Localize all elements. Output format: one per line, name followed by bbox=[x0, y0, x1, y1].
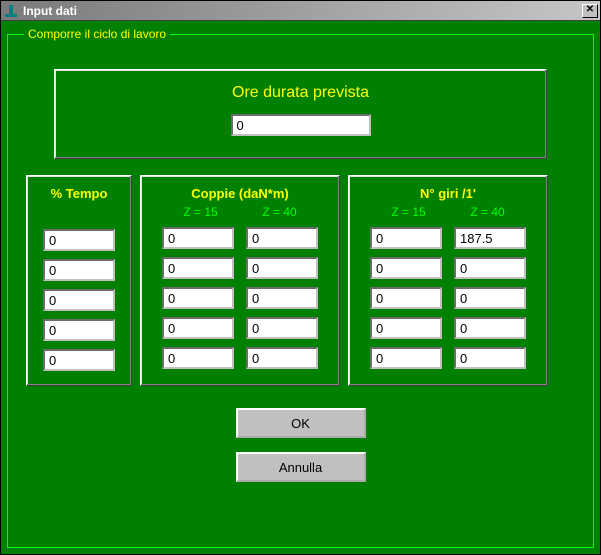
duration-box: Ore durata prevista bbox=[54, 69, 547, 159]
giri-z40-2[interactable] bbox=[454, 287, 526, 309]
columns-row: % Tempo Coppie (daN*m) Z = 15 Z = 40 bbox=[24, 175, 577, 386]
duration-input[interactable] bbox=[231, 114, 371, 136]
coppie-z15-0[interactable] bbox=[162, 227, 234, 249]
coppie-z40-1[interactable] bbox=[246, 257, 318, 279]
giri-subheaders: Z = 15 Z = 40 bbox=[359, 205, 537, 219]
window-root: Input dati ✕ Comporre il ciclo di lavoro… bbox=[0, 0, 601, 555]
tempo-input-4[interactable] bbox=[43, 349, 115, 371]
ok-button[interactable]: OK bbox=[236, 408, 366, 438]
coppie-box: Coppie (daN*m) Z = 15 Z = 40 bbox=[140, 175, 340, 386]
giri-box: N° giri /1' Z = 15 Z = 40 bbox=[348, 175, 548, 386]
coppie-subheaders: Z = 15 Z = 40 bbox=[151, 205, 329, 219]
duration-label: Ore durata prevista bbox=[65, 84, 536, 102]
giri-z15-1[interactable] bbox=[370, 257, 442, 279]
tempo-input-1[interactable] bbox=[43, 259, 115, 281]
tempo-input-0[interactable] bbox=[43, 229, 115, 251]
coppie-z15-2[interactable] bbox=[162, 287, 234, 309]
coppie-z15-3[interactable] bbox=[162, 317, 234, 339]
tempo-box: % Tempo bbox=[26, 175, 132, 386]
coppie-sub-z15: Z = 15 bbox=[161, 205, 240, 219]
cancel-button[interactable]: Annulla bbox=[236, 452, 366, 482]
giri-z15-0[interactable] bbox=[370, 227, 442, 249]
client-area: Comporre il ciclo di lavoro Ore durata p… bbox=[7, 27, 594, 548]
giri-z40-4[interactable] bbox=[454, 347, 526, 369]
close-button[interactable]: ✕ bbox=[582, 4, 598, 18]
coppie-z40-2[interactable] bbox=[246, 287, 318, 309]
tempo-header: % Tempo bbox=[37, 186, 121, 201]
giri-sub-z15: Z = 15 bbox=[369, 205, 448, 219]
window-title: Input dati bbox=[23, 4, 582, 18]
titlebar: Input dati ✕ bbox=[1, 1, 600, 21]
main-fieldset: Comporre il ciclo di lavoro Ore durata p… bbox=[7, 27, 594, 548]
coppie-z40-3[interactable] bbox=[246, 317, 318, 339]
coppie-sub-z40: Z = 40 bbox=[240, 205, 319, 219]
coppie-z15-4[interactable] bbox=[162, 347, 234, 369]
coppie-z15-1[interactable] bbox=[162, 257, 234, 279]
giri-z15-4[interactable] bbox=[370, 347, 442, 369]
button-area: OK Annulla bbox=[24, 408, 577, 496]
coppie-header: Coppie (daN*m) bbox=[151, 186, 329, 201]
tempo-input-2[interactable] bbox=[43, 289, 115, 311]
app-icon bbox=[3, 3, 19, 19]
giri-z40-1[interactable] bbox=[454, 257, 526, 279]
coppie-z40-0[interactable] bbox=[246, 227, 318, 249]
giri-sub-z40: Z = 40 bbox=[448, 205, 527, 219]
giri-z15-3[interactable] bbox=[370, 317, 442, 339]
giri-header: N° giri /1' bbox=[359, 186, 537, 201]
coppie-z40-4[interactable] bbox=[246, 347, 318, 369]
giri-z40-0[interactable] bbox=[454, 227, 526, 249]
fieldset-legend: Comporre il ciclo di lavoro bbox=[24, 27, 170, 41]
tempo-input-3[interactable] bbox=[43, 319, 115, 341]
giri-z15-2[interactable] bbox=[370, 287, 442, 309]
giri-z40-3[interactable] bbox=[454, 317, 526, 339]
